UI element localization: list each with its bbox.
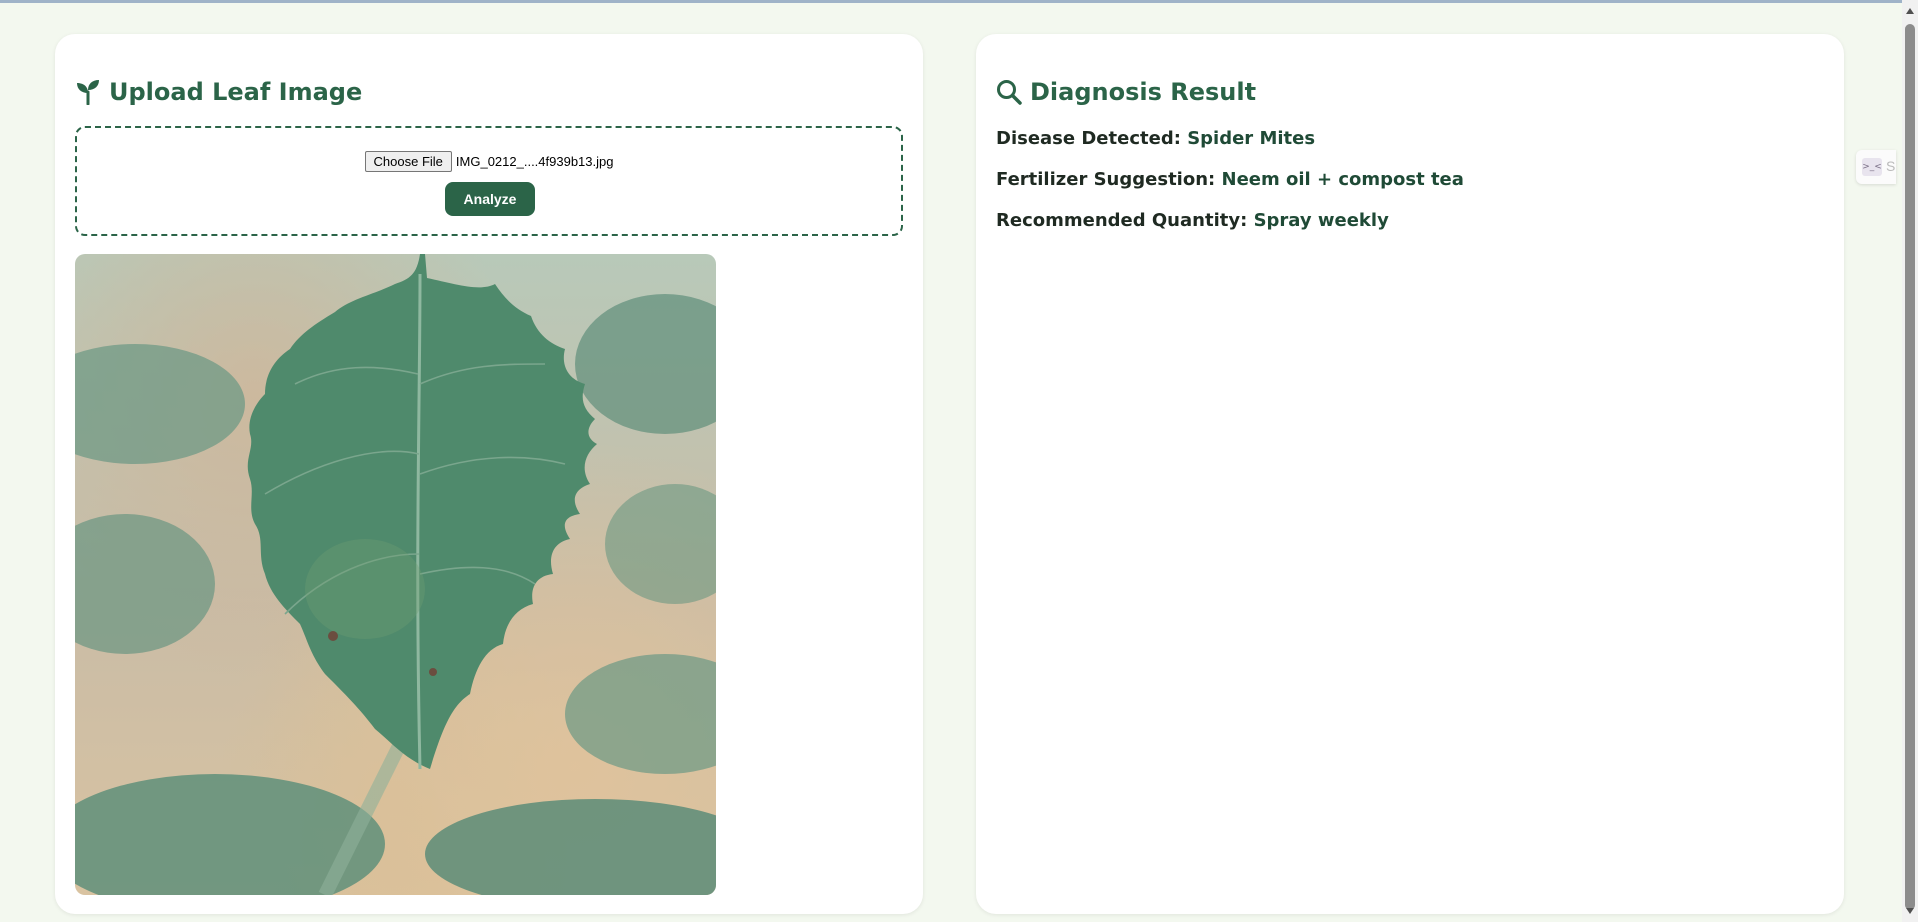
fertilizer-suggestion-label: Fertilizer Suggestion:	[996, 169, 1216, 190]
diagnosis-panel-title: Diagnosis Result	[996, 78, 1256, 106]
upload-panel: Upload Leaf Image Choose File IMG_0212_.…	[55, 34, 923, 914]
disease-detected-label: Disease Detected:	[996, 128, 1181, 149]
scrollbar-thumb[interactable]	[1905, 24, 1915, 910]
selected-file-name: IMG_0212_....4f939b13.jpg	[455, 154, 614, 169]
side-widget-label: S	[1886, 158, 1896, 174]
choose-file-button[interactable]: Choose File	[364, 151, 452, 172]
seedling-icon	[75, 79, 101, 105]
fertilizer-suggestion-value: Neem oil + compost tea	[1221, 169, 1464, 190]
fertilizer-suggestion-row: Fertilizer Suggestion: Neem oil + compos…	[996, 169, 1464, 190]
file-input[interactable]: Choose File IMG_0212_....4f939b13.jpg	[77, 151, 901, 172]
leaf-preview-image	[75, 254, 716, 895]
disease-detected-value: Spider Mites	[1187, 128, 1316, 149]
scroll-down-arrow-icon[interactable]	[1906, 908, 1914, 914]
upload-panel-title-text: Upload Leaf Image	[109, 78, 363, 106]
diagnosis-panel-title-text: Diagnosis Result	[1030, 78, 1257, 106]
side-extension-widget[interactable]: >_< S	[1856, 150, 1896, 184]
upload-dropzone[interactable]: Choose File IMG_0212_....4f939b13.jpg An…	[75, 126, 903, 236]
recommended-quantity-value: Spray weekly	[1253, 210, 1389, 231]
diagnosis-panel: Diagnosis Result Disease Detected: Spide…	[976, 34, 1844, 914]
analyze-button[interactable]: Analyze	[445, 182, 535, 216]
vertical-scrollbar[interactable]	[1902, 0, 1918, 922]
recommended-quantity-row: Recommended Quantity: Spray weekly	[996, 210, 1389, 231]
disease-detected-row: Disease Detected: Spider Mites	[996, 128, 1315, 149]
recommended-quantity-label: Recommended Quantity:	[996, 210, 1248, 231]
upload-panel-title: Upload Leaf Image	[75, 78, 362, 106]
extension-icon: >_<	[1862, 158, 1882, 176]
window-top-border	[0, 0, 1918, 3]
scroll-up-arrow-icon[interactable]	[1906, 8, 1914, 14]
search-icon	[996, 79, 1022, 105]
